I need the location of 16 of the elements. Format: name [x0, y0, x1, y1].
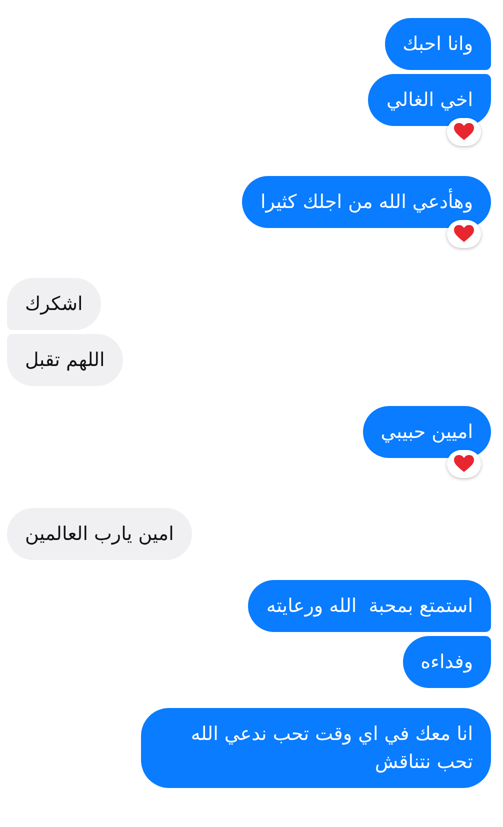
- message-bubble[interactable]: اللهم تقبل: [7, 334, 123, 386]
- reaction-badge[interactable]: [447, 220, 481, 248]
- message-bubble[interactable]: اشكرك: [7, 278, 101, 330]
- message-bubble[interactable]: استمتع بمحبة الله ورعايته: [248, 580, 491, 632]
- message-bubble[interactable]: وهأدعي الله من اجلك كثيرا: [242, 176, 491, 228]
- message-bubble[interactable]: اخي الغالي: [368, 74, 491, 126]
- heart-icon: [454, 225, 474, 243]
- message-bubble[interactable]: امين يارب العالمين: [7, 508, 192, 560]
- reaction-badge[interactable]: [447, 450, 481, 478]
- message-bubble[interactable]: وفداءه: [402, 636, 491, 688]
- reaction-badge[interactable]: [447, 118, 481, 146]
- message-bubble[interactable]: اميين حبيبي: [362, 406, 491, 458]
- message-bubble[interactable]: انا معك في اي وقت تحب ندعي الله تحب نتناقش: [141, 708, 491, 788]
- heart-icon: [454, 455, 474, 473]
- heart-icon: [454, 123, 474, 141]
- message-bubble[interactable]: وانا احبك: [384, 18, 491, 70]
